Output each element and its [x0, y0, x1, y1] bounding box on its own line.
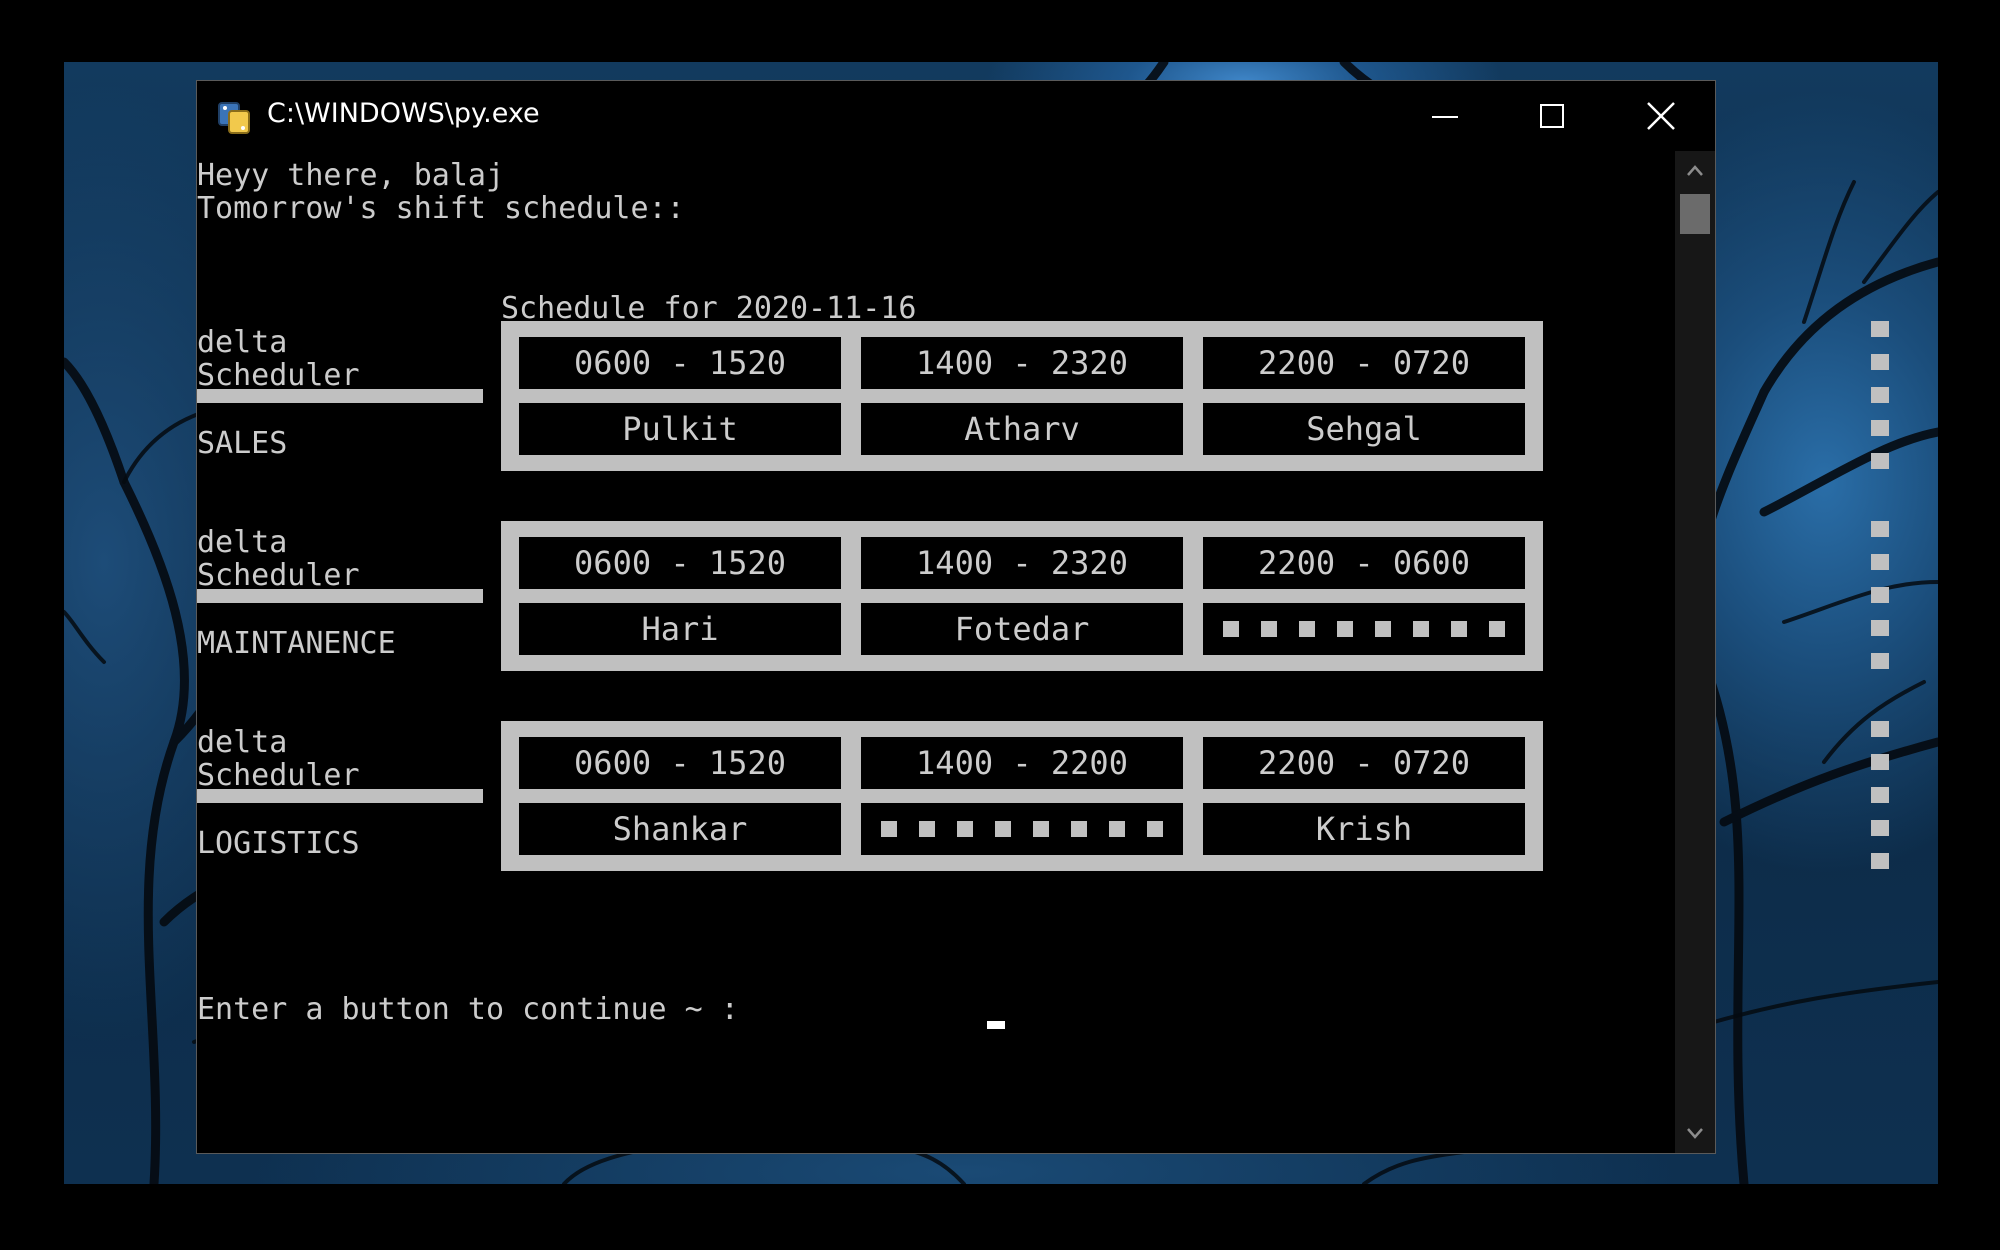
- shift-time-cell: 1400 - 2200: [861, 737, 1183, 789]
- shift-time-cell: 2200 - 0720: [1203, 737, 1525, 789]
- department-label-line2: Scheduler: [197, 558, 360, 593]
- table-edge-dots: [1871, 721, 1889, 871]
- staff-name-cell: Fotedar: [861, 603, 1183, 655]
- department-divider: [197, 789, 483, 803]
- staff-name-cell: Hari: [519, 603, 841, 655]
- department-divider: [197, 589, 483, 603]
- greeting-text: Heyy there, balaj: [197, 158, 505, 193]
- department-label-line1: delta: [197, 525, 288, 560]
- staff-name-cell: Atharv: [861, 403, 1183, 455]
- shift-time-cell: 0600 - 1520: [519, 737, 841, 789]
- scroll-up-arrow-icon[interactable]: [1675, 151, 1715, 191]
- unassigned-cell: [1203, 603, 1525, 655]
- maximize-icon: [1540, 104, 1564, 128]
- staff-name-cell: Shankar: [519, 803, 841, 855]
- schedule-table-maintanence: 0600 - 1520 1400 - 2320 2200 - 0600 Hari…: [501, 521, 1889, 671]
- schedule-table-logistics: 0600 - 1520 1400 - 2200 2200 - 0720 Shan…: [501, 721, 1889, 871]
- console-output[interactable]: Heyy there, balaj Tomorrow's shift sched…: [197, 151, 1889, 1153]
- department-name: MAINTANENCE: [197, 626, 396, 661]
- department-label-line2: Scheduler: [197, 758, 360, 793]
- department-label-line1: delta: [197, 725, 288, 760]
- table-edge-dots: [1871, 321, 1889, 471]
- shift-time-cell: 1400 - 2320: [861, 337, 1183, 389]
- vertical-scrollbar[interactable]: [1675, 151, 1715, 1153]
- staff-name-cell: Krish: [1203, 803, 1525, 855]
- scrollbar-thumb[interactable]: [1680, 194, 1710, 234]
- table-edge-dots: [1871, 521, 1889, 671]
- shift-time-cell: 1400 - 2320: [861, 537, 1183, 589]
- continue-prompt: Enter a button to continue ~ :: [197, 992, 739, 1027]
- text-cursor[interactable]: [987, 1021, 1005, 1029]
- shift-time-cell: 0600 - 1520: [519, 337, 841, 389]
- close-button[interactable]: [1606, 81, 1714, 151]
- minimize-icon: [1432, 116, 1458, 118]
- staff-name-cell: Pulkit: [519, 403, 841, 455]
- unassigned-cell: [861, 803, 1183, 855]
- python-launcher-icon: [218, 102, 250, 134]
- subtitle-text: Tomorrow's shift schedule::: [197, 191, 685, 226]
- department-label-line2: Scheduler: [197, 358, 360, 393]
- shift-time-cell: 2200 - 0600: [1203, 537, 1525, 589]
- schedule-table-sales: 0600 - 1520 1400 - 2320 2200 - 0720 Pulk…: [501, 321, 1889, 471]
- maximize-button[interactable]: [1498, 81, 1606, 151]
- close-icon: [1647, 102, 1675, 130]
- department-name: SALES: [197, 426, 288, 461]
- shift-time-cell: 0600 - 1520: [519, 537, 841, 589]
- department-divider: [197, 389, 483, 403]
- scroll-down-arrow-icon[interactable]: [1675, 1113, 1715, 1153]
- department-label-line1: delta: [197, 325, 288, 360]
- staff-name-cell: Sehgal: [1203, 403, 1525, 455]
- department-name: LOGISTICS: [197, 826, 360, 861]
- minimize-button[interactable]: [1390, 81, 1498, 151]
- shift-time-cell: 2200 - 0720: [1203, 337, 1525, 389]
- console-window[interactable]: C:\WINDOWS\py.exe Heyy there, balaj Tomo…: [196, 80, 1889, 1154]
- window-title: C:\WINDOWS\py.exe: [267, 98, 540, 129]
- title-bar[interactable]: C:\WINDOWS\py.exe: [197, 81, 1715, 151]
